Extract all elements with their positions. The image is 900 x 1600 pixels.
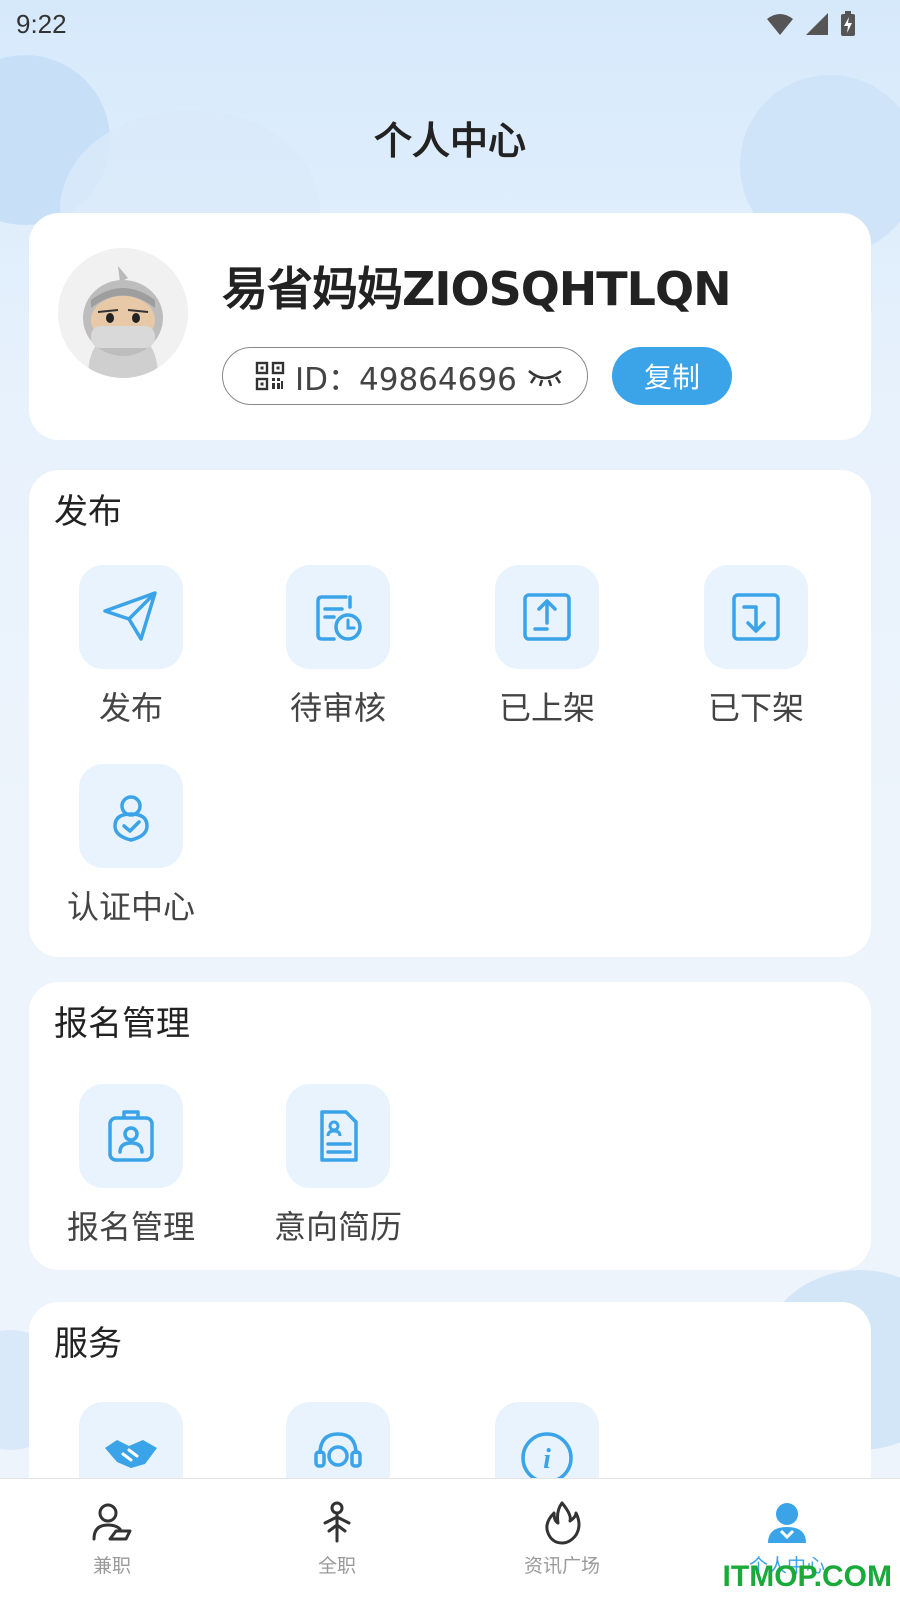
tab-news-square-label: 资讯广场 xyxy=(523,1555,600,1577)
tab-part-time[interactable]: 兼职 xyxy=(32,1501,192,1578)
wifi-icon xyxy=(767,14,793,35)
delisted-item[interactable]: 已下架 xyxy=(656,565,856,729)
listed-item[interactable]: 已上架 xyxy=(447,565,647,729)
tab-news-square[interactable]: 资讯广场 xyxy=(482,1501,642,1578)
full-time-icon xyxy=(323,1501,351,1543)
listed-label: 已上架 xyxy=(498,689,595,727)
customer-service-icon xyxy=(314,1432,362,1468)
battery-icon xyxy=(841,11,855,36)
tab-full-time[interactable]: 全职 xyxy=(257,1501,417,1578)
ninja-avatar-icon xyxy=(58,248,188,378)
tab-part-time-label: 兼职 xyxy=(92,1555,131,1577)
publish-item-label: 发布 xyxy=(98,689,163,727)
qr-code-icon xyxy=(255,361,285,391)
verified-user-icon xyxy=(113,795,149,842)
tab-full-time-label: 全职 xyxy=(317,1555,356,1577)
signup-management-label: 报名管理 xyxy=(66,1208,195,1246)
verification-center-item[interactable]: 认证中心 xyxy=(31,764,231,928)
pending-review-label: 待审核 xyxy=(289,689,386,727)
eye-closed-icon[interactable] xyxy=(527,365,563,387)
flame-icon xyxy=(545,1501,581,1545)
username: 易省妈妈ZIOSQHTLQN xyxy=(222,262,732,316)
avatar[interactable] xyxy=(58,248,188,378)
paper-plane-icon xyxy=(103,591,157,641)
verification-center-label: 认证中心 xyxy=(66,888,195,926)
info-icon: i xyxy=(521,1432,573,1484)
signup-management-item[interactable]: 报名管理 xyxy=(31,1084,231,1248)
signal-icon xyxy=(806,13,828,35)
pending-review-item[interactable]: 待审核 xyxy=(238,565,438,729)
upload-box-icon xyxy=(523,593,571,641)
intended-resume-item[interactable]: 意向简历 xyxy=(238,1084,438,1248)
resume-icon xyxy=(320,1110,358,1162)
site-watermark: ITMOP.COM xyxy=(722,1560,892,1593)
status-time: 9:22 xyxy=(16,8,67,39)
user-id-text: ID：49864696 xyxy=(295,361,517,398)
profile-icon xyxy=(768,1503,806,1543)
signup-section-title: 报名管理 xyxy=(54,1004,190,1044)
delisted-label: 已下架 xyxy=(707,689,804,727)
badge-icon xyxy=(108,1110,154,1162)
profile-card: 易省妈妈ZIOSQHTLQN ID：49864696 复制 xyxy=(29,213,871,440)
intended-resume-label: 意向简历 xyxy=(273,1208,402,1246)
status-bar: 9:22 xyxy=(0,0,900,48)
service-section-title: 服务 xyxy=(54,1324,122,1364)
copy-button[interactable]: 复制 xyxy=(612,347,732,405)
download-box-icon xyxy=(732,593,780,641)
publish-section-title: 发布 xyxy=(54,492,122,532)
svg-text:i: i xyxy=(543,1444,551,1475)
signup-management-section: 报名管理 报名管理 意向简历 xyxy=(29,982,871,1270)
document-clock-icon xyxy=(316,595,362,641)
part-time-icon xyxy=(92,1503,132,1541)
publish-section: 发布 发布 待审核 已上架 已下架 认证中心 xyxy=(29,470,871,957)
page-title: 个人中心 xyxy=(373,119,526,163)
publish-item[interactable]: 发布 xyxy=(31,565,231,729)
user-id-pill[interactable]: ID：49864696 xyxy=(222,347,588,405)
handshake-icon xyxy=(105,1440,157,1468)
